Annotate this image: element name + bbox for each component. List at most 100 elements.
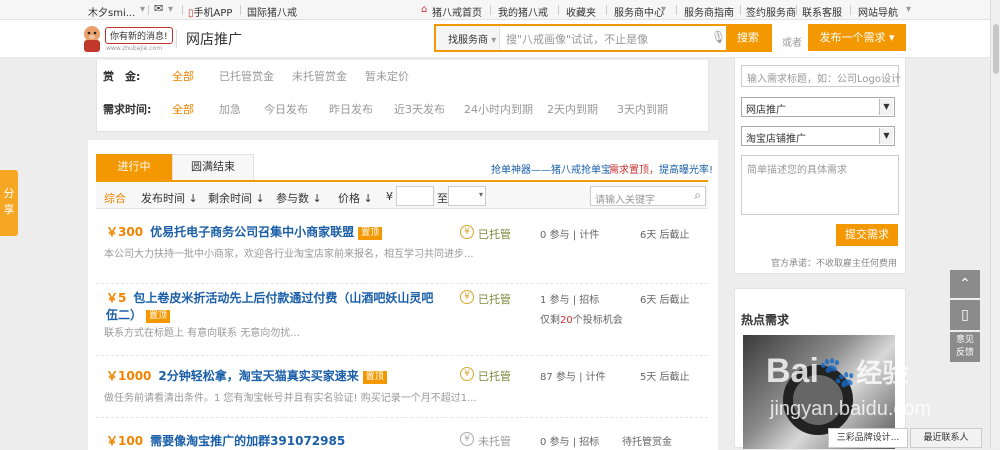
bid-chances-post: 个投标机会 (572, 315, 623, 326)
promo-grab-link[interactable]: 抢单神器——猪八戒抢单宝 (491, 161, 611, 176)
task-count: 1 参与 (540, 295, 570, 306)
yen-coin-icon: ¥ (460, 290, 474, 304)
sort-remaining-time[interactable]: 剩余时间 ↓ (208, 190, 265, 206)
keyword-search-input[interactable]: 请输入关键字 ⌕ (590, 186, 706, 206)
task-deadline: 6天 后截止 (640, 295, 690, 306)
chevron-up-icon[interactable]: ⌃ (950, 270, 980, 298)
tab-finished[interactable]: 圆满结束 (172, 154, 254, 180)
sp-center-link[interactable]: 服务商中心 (614, 4, 664, 19)
promo-top-text: 需求置顶， (609, 165, 659, 176)
task-title[interactable]: 优易托电子商务公司召集中小商家联盟 (150, 225, 354, 239)
submit-button[interactable]: 提交需求 (836, 224, 898, 246)
search-scope-select[interactable]: 找服务商 ▾ (436, 26, 500, 50)
task-title-line: ￥5 包上卷皮米折活动先上后付款通过付费（山酒吧妖山灵吧伍二） 置顶 (106, 290, 436, 324)
sign-sp-link[interactable]: 签约服务商 (746, 4, 796, 19)
favorites-link[interactable]: 收藏夹 (566, 4, 596, 19)
sort-publish-label: 发布时间 (141, 192, 185, 205)
task-status: 未托管 (478, 435, 511, 448)
task-participants: 0 参与 | 计件 (540, 230, 600, 241)
task-title[interactable]: 需要像淘宝推广的加群391072985 (150, 434, 345, 448)
task-status: 已托管 (478, 293, 511, 306)
chevron-down-icon: ▾ (888, 31, 895, 44)
sort-price[interactable]: 价格 ↓ (338, 190, 373, 206)
reward-filter-escrowed[interactable]: 已托管赏金 (219, 68, 274, 84)
top-bar: 木夕smi... ▾ ✉ ▾ ▯手机APP 国际猪八戒 ⌂ 猪八戒首页 我的猪八… (0, 0, 990, 20)
dropdown-arrow-icon[interactable]: ▾ (140, 4, 145, 15)
search-input[interactable]: 搜"八戒画像"试试，不止是像 (506, 31, 648, 47)
user-menu[interactable]: 木夕smi... (88, 4, 135, 19)
tab-active[interactable]: 进行中 (96, 154, 172, 180)
search-icon[interactable]: ⌕ (694, 188, 701, 203)
search-button[interactable]: 搜索 (726, 26, 770, 50)
message-tooltip[interactable]: 你有新的消息! (105, 27, 173, 44)
sort-bar: 综合 发布时间 ↓ 剩余时间 ↓ 参与数 ↓ 价格 ↓ ¥ 至 ▾ 请输入关键字… (96, 183, 708, 209)
mail-icon[interactable]: ✉ (154, 2, 163, 15)
time-filter-urgent[interactable]: 加急 (219, 101, 241, 117)
logo[interactable]: 你有新的消息! www.zhubajie.com (80, 23, 176, 55)
home-link[interactable]: 猪八戒首页 (432, 4, 482, 19)
chevron-down-icon: ▼ (879, 99, 893, 115)
watermark-brand2: 经验 (856, 358, 909, 388)
publish-button[interactable]: 发布一个需求 ▾ (808, 24, 906, 51)
reward-filter-unpriced[interactable]: 暂未定价 (365, 68, 409, 84)
hot-item-tab[interactable]: 三彩品牌设计... (828, 428, 908, 448)
scrollbar[interactable] (990, 0, 1000, 448)
paw-icon: 🐾 (818, 356, 857, 389)
task-row[interactable]: ￥5 包上卷皮米折活动先上后付款通过付费（山酒吧妖山灵吧伍二） 置顶 联系方式在标… (96, 284, 708, 356)
my-link[interactable]: 我的猪八戒 (498, 4, 548, 19)
time-filter-all[interactable]: 全部 (172, 101, 194, 117)
search-scope-label: 找服务商 (448, 35, 488, 46)
promo-top-link[interactable]: 需求置顶，提高曝光率! (609, 161, 713, 176)
share-button[interactable]: 分享 (0, 170, 18, 236)
sort-default[interactable]: 综合 (104, 190, 126, 206)
bid-chances-num: 20 (560, 315, 573, 326)
task-participants: 87 参与 | 计件 (540, 372, 606, 383)
category-select[interactable]: 网店推广 ▼ (741, 97, 895, 117)
time-filter-yesterday[interactable]: 昨日发布 (329, 101, 373, 117)
task-row[interactable]: ￥1000 2分钟轻松拿，淘宝天猫真实买家速来 置顶 做任务前请看清出条件。1 您… (96, 356, 708, 418)
task-participants: 0 参与 | 招标 (540, 437, 600, 448)
task-title[interactable]: 2分钟轻松拿，淘宝天猫真实买家速来 (158, 369, 358, 383)
title-input[interactable]: 输入需求标题，如：公司Logo设计 (741, 65, 901, 87)
task-row[interactable]: ￥100 需要像淘宝推广的加群391072985 ¥ 未托管 0 参与 | 招标… (96, 418, 708, 448)
filter-panel: 赏 金: 全部 已托管赏金 未托管赏金 暂未定价 需求时间: 全部 加急 今日发… (96, 60, 709, 132)
task-desc: 做任务前请看清出条件。1 您有淘宝帐号并且有实名验证! 购买记录一个月不超过1.… (104, 393, 477, 404)
time-filter-today[interactable]: 今日发布 (264, 101, 308, 117)
scrollbar-thumb[interactable] (993, 24, 999, 74)
yen-coin-icon: ¥ (460, 432, 474, 446)
arrow-down-icon: ↓ (363, 192, 373, 205)
sp-guide-link[interactable]: 服务商指南 (684, 4, 734, 19)
chevron-down-icon[interactable]: ▾ (168, 4, 173, 15)
chevron-down-icon: ▾ (491, 35, 497, 46)
task-row[interactable]: ￥300 优易托电子商务公司召集中小商家联盟 置顶 本公司大力扶持一批中小商家，欢… (96, 212, 708, 284)
sort-participants[interactable]: 参与数 ↓ (276, 190, 322, 206)
feedback-button[interactable]: 意见反馈 (950, 332, 980, 362)
publish-label: 发布一个需求 (819, 31, 886, 44)
reward-filter-unescrowed[interactable]: 未托管赏金 (292, 68, 347, 84)
subcategory-select[interactable]: 淘宝店铺推广 ▼ (741, 126, 895, 146)
time-filter-2d[interactable]: 2天内到期 (547, 101, 598, 117)
task-mode: 招标 (579, 295, 600, 306)
sort-publish-time[interactable]: 发布时间 ↓ (141, 190, 198, 206)
site-nav-link[interactable]: 网站导航 (858, 4, 898, 19)
intl-link[interactable]: 国际猪八戒 (247, 4, 297, 19)
price-max-input[interactable]: ▾ (448, 186, 486, 206)
phone-icon[interactable]: ▯ (950, 300, 980, 330)
time-filter-24h[interactable]: 24小时内到期 (464, 101, 533, 117)
bid-chances-pre: 仅剩 (540, 315, 560, 326)
description-textarea[interactable]: 简单描述您的具体需求 (741, 155, 899, 215)
contact-link[interactable]: 联系客服 (802, 4, 842, 19)
price-min-input[interactable] (396, 186, 434, 206)
chevron-down-icon: ▼ (879, 128, 893, 144)
microphone-icon[interactable]: 🎙 (711, 30, 726, 44)
arrow-down-icon: ↓ (312, 192, 322, 205)
task-deadline: 6天 后截止 (640, 230, 690, 241)
task-status: 已托管 (478, 370, 511, 383)
time-filter-3d[interactable]: 3天内到期 (617, 101, 668, 117)
time-filter-3days[interactable]: 近3天发布 (394, 101, 445, 117)
recent-contacts[interactable]: 最近联系人 (910, 428, 982, 448)
reward-filter-all[interactable]: 全部 (172, 68, 194, 84)
phone-app-link[interactable]: ▯手机APP (188, 4, 232, 19)
sort-remaining-label: 剩余时间 (208, 192, 252, 205)
page-title: 网店推广 (186, 32, 242, 48)
